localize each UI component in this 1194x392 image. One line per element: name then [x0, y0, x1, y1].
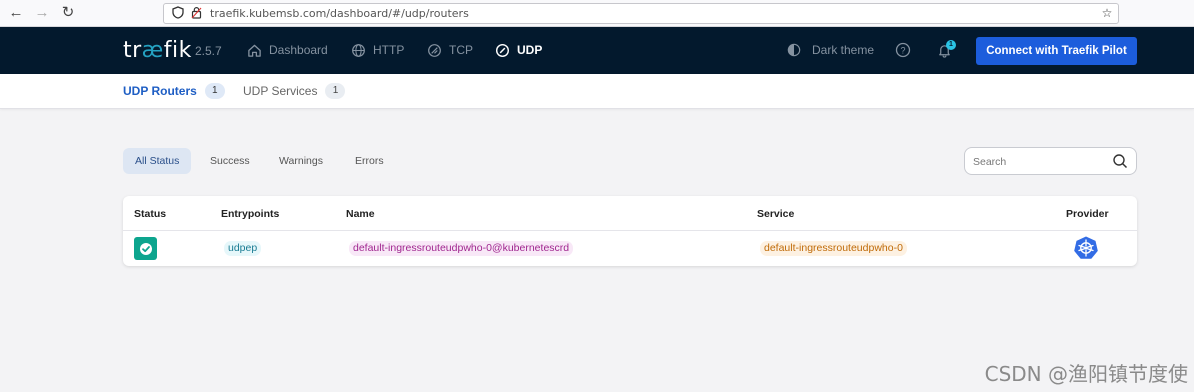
router-name-tag: default-ingressrouteudpwho-0@kubernetesc…: [349, 241, 574, 256]
kubernetes-icon: [1074, 236, 1098, 260]
home-icon: [246, 42, 262, 58]
count-badge: 1: [325, 83, 346, 99]
help-button[interactable]: ?: [895, 40, 911, 60]
nav-udp[interactable]: UDP: [494, 40, 542, 60]
notification-badge: 1: [946, 40, 956, 50]
address-bar[interactable]: traefik.kubemsb.com/dashboard/#/udp/rout…: [163, 3, 1119, 24]
back-arrow-icon[interactable]: ←: [7, 4, 25, 22]
filter-all-status[interactable]: All Status: [123, 148, 192, 174]
contrast-icon: [786, 42, 802, 58]
nav-tcp[interactable]: TCP: [426, 40, 473, 60]
svg-text:?: ?: [900, 46, 905, 56]
globe-icon: [350, 42, 366, 58]
search-input[interactable]: Search: [964, 147, 1137, 175]
traefik-logo[interactable]: træfik: [123, 38, 192, 63]
dark-theme-toggle[interactable]: Dark theme: [786, 40, 874, 60]
entrypoint-tag: udpep: [224, 241, 262, 256]
filter-warnings[interactable]: Warnings: [267, 148, 335, 174]
header-divider: [123, 230, 1137, 231]
shield-icon[interactable]: [171, 6, 185, 20]
column-header-entrypoints[interactable]: Entrypoints: [221, 208, 279, 220]
routers-table: Status Entrypoints Name Service Provider…: [123, 196, 1137, 266]
browser-toolbar: ← → ↻ traefik.kubemsb.com/dashboard/#/ud…: [0, 0, 1194, 27]
service-tag: default-ingressrouteudpwho-0: [760, 241, 907, 256]
nav-http[interactable]: HTTP: [350, 40, 404, 60]
tab-udp-services[interactable]: UDP Services 1: [243, 83, 346, 99]
search-placeholder: Search: [973, 156, 1007, 168]
tab-udp-routers[interactable]: UDP Routers 1: [123, 83, 225, 99]
filter-success[interactable]: Success: [198, 148, 262, 174]
forward-arrow-icon[interactable]: →: [33, 4, 51, 22]
column-header-provider[interactable]: Provider: [1066, 208, 1109, 220]
help-circle-icon: ?: [895, 42, 911, 58]
connect-pilot-button[interactable]: Connect with Traefik Pilot: [976, 37, 1137, 65]
success-status-icon: [134, 237, 157, 260]
version-label: 2.5.7: [195, 44, 222, 58]
tcp-icon: [426, 42, 442, 58]
nav-dashboard[interactable]: Dashboard: [246, 40, 328, 60]
filter-errors[interactable]: Errors: [343, 148, 396, 174]
sub-navigation: UDP Routers 1 UDP Services 1: [0, 74, 1194, 109]
bookmark-star-icon[interactable]: ☆: [1100, 6, 1114, 20]
url-text[interactable]: traefik.kubemsb.com/dashboard/#/udp/rout…: [210, 7, 469, 20]
reload-icon[interactable]: ↻: [59, 4, 77, 22]
column-header-status[interactable]: Status: [134, 208, 166, 220]
watermark-text: CSDN @渔阳镇节度使: [984, 362, 1188, 386]
lock-icon[interactable]: [189, 6, 203, 20]
count-badge: 1: [204, 83, 225, 99]
search-icon[interactable]: [1112, 153, 1128, 169]
column-header-name[interactable]: Name: [346, 208, 375, 220]
udp-icon: [494, 42, 510, 58]
column-header-service[interactable]: Service: [757, 208, 794, 220]
